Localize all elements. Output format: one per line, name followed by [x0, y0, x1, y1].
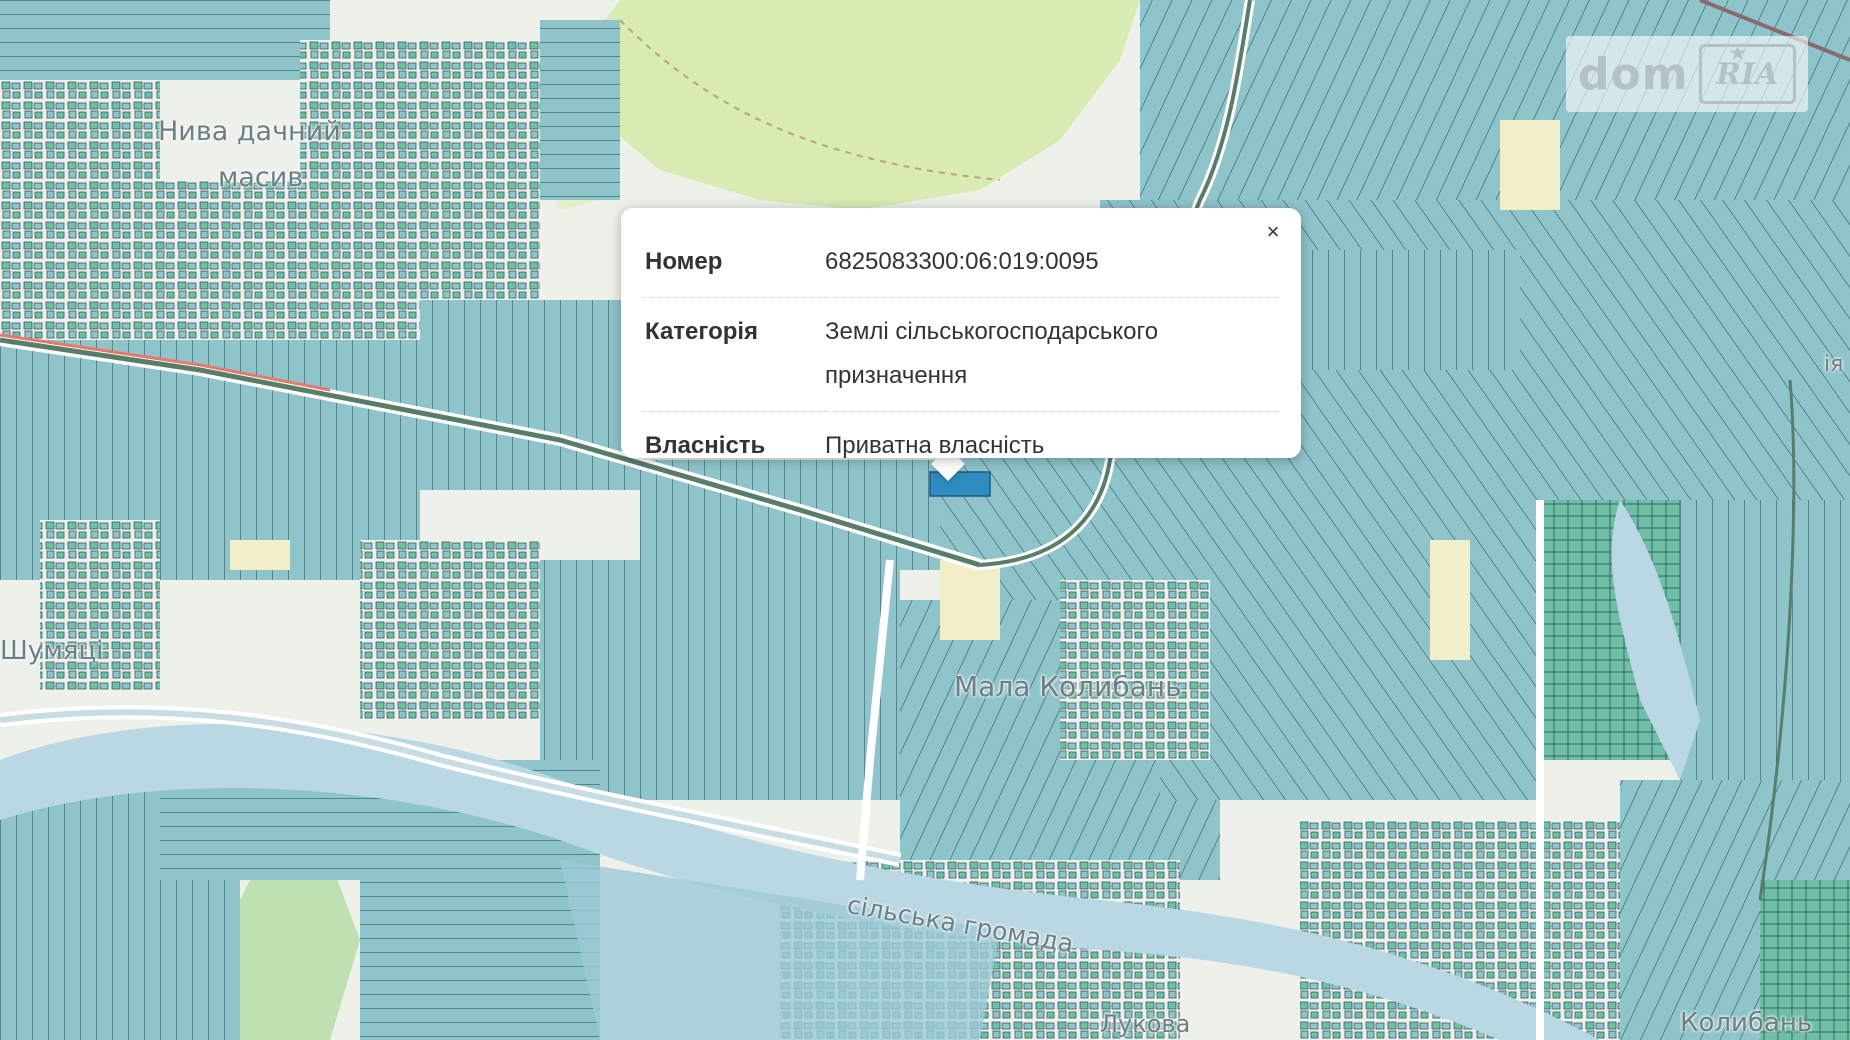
place-label-niva: Нива дачний: [158, 116, 341, 147]
parcel-category-value: Землі сільськогосподарського призначення: [825, 297, 1279, 412]
parcel-number-value: 6825083300:06:019:0095: [825, 228, 1279, 298]
parcel-number-row: Номер 6825083300:06:019:0095: [643, 228, 1279, 298]
place-label-lukova: Лукова: [1100, 1010, 1191, 1038]
star-icon: ★: [1729, 43, 1746, 64]
dom-ria-logo: dom ★ RIA: [1566, 36, 1808, 112]
place-label-edge: ія: [1824, 352, 1844, 377]
place-label-masyv: масив: [218, 162, 304, 193]
parcel-category-label: Категорія: [643, 297, 825, 412]
parcel-category-row: Категорія Землі сільськогосподарського п…: [643, 297, 1279, 412]
place-label-kolyban: Колибань: [1680, 1008, 1813, 1038]
place-label-shumiatsi: Шумяці: [0, 636, 104, 666]
logo-dom-text: dom: [1578, 48, 1689, 100]
parcel-info-table: Номер 6825083300:06:019:0095 Категорія З…: [643, 228, 1279, 481]
logo-ria-text: RIA: [1716, 56, 1779, 92]
parcel-ownership-label: Власність: [645, 432, 766, 459]
parcel-ownership-value: Приватна власність: [825, 432, 1045, 459]
parcel-number-label: Номер: [643, 228, 825, 298]
parcel-info-popup: × Номер 6825083300:06:019:0095 Категорія…: [621, 208, 1301, 459]
parcel-ownership-row: Власність Приватна власність: [643, 412, 1279, 482]
place-label-mala-kolyban: Мала Колибань: [954, 670, 1182, 703]
cadastral-map[interactable]: [0, 0, 1850, 1040]
logo-ria-badge: ★ RIA: [1698, 43, 1796, 104]
